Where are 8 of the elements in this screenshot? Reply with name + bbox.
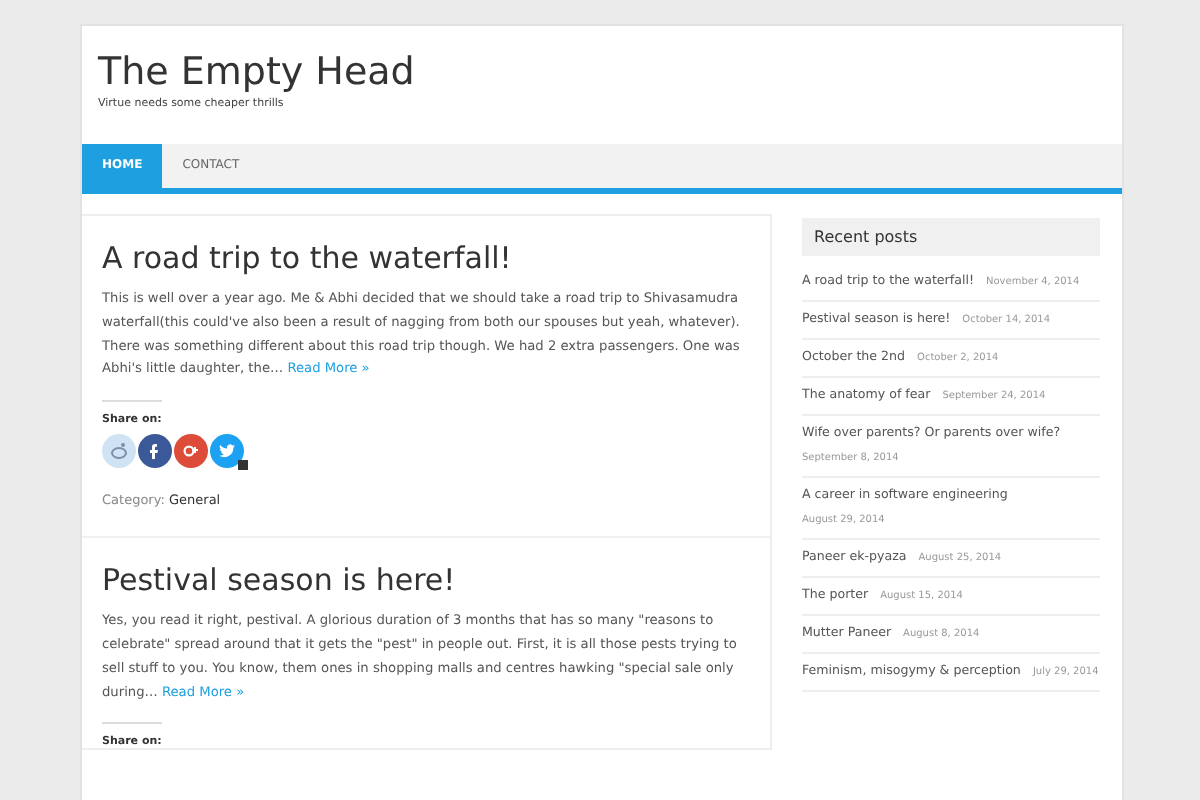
google-plus-icon[interactable] <box>174 434 208 469</box>
facebook-icon[interactable] <box>138 434 172 469</box>
badge-icon <box>238 460 248 471</box>
site-title[interactable]: The Empty Head <box>98 46 1106 98</box>
post-title[interactable]: A road trip to the waterfall! <box>102 240 750 276</box>
twitter-icon[interactable] <box>210 434 244 469</box>
post-title[interactable]: Pestival season is here! <box>102 562 750 599</box>
widget-heading: Recent posts <box>802 218 1100 256</box>
